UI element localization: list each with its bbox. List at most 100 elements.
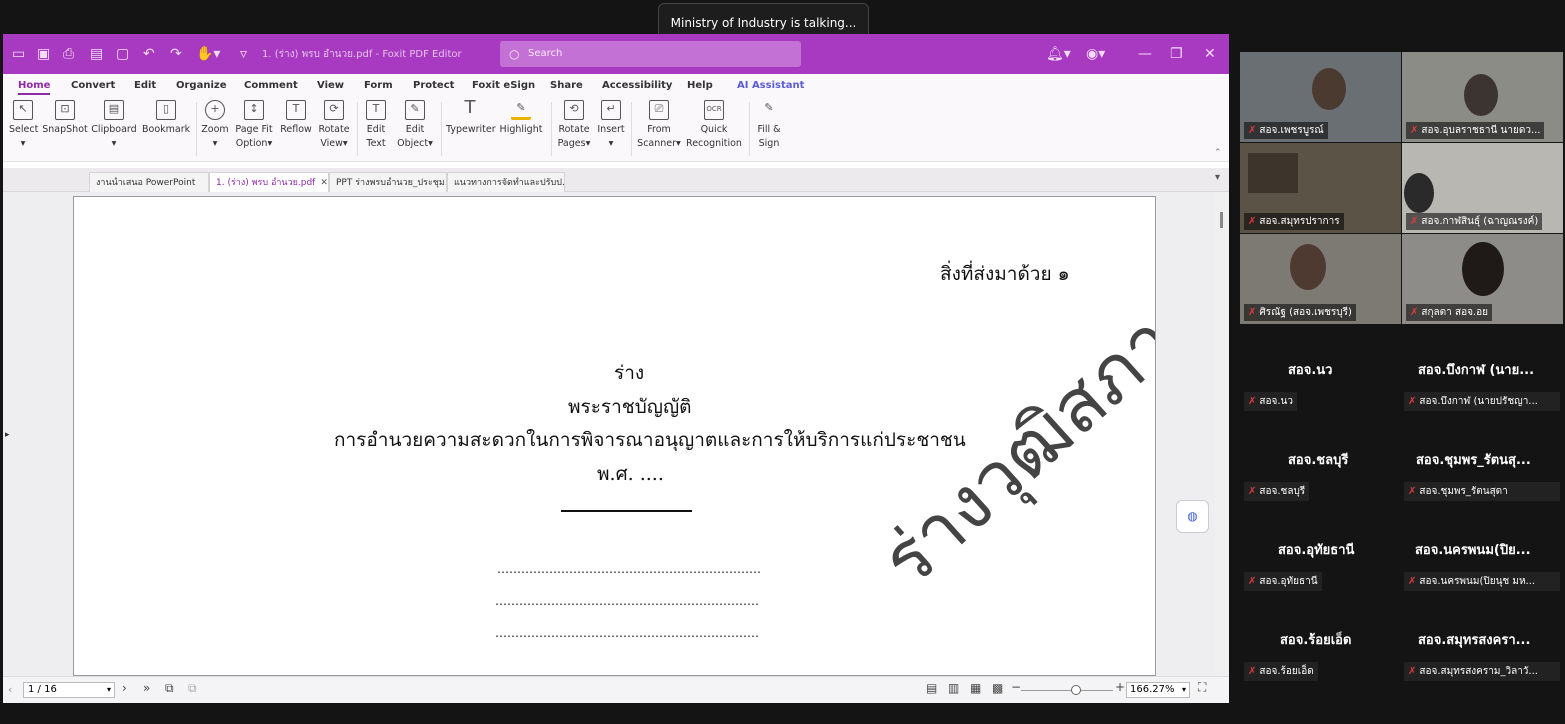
prev-page-icon[interactable]: ‹ [8, 683, 12, 696]
snapshot-button[interactable]: ⊡ SnapShot [42, 100, 88, 137]
reflow-button[interactable]: T Reflow [279, 100, 313, 137]
participant-name: สอจ.กาฬสินธุ์ (ฉาญณรงค์) [1421, 216, 1539, 227]
tab-protect[interactable]: Protect [413, 80, 454, 91]
participant-video-tile[interactable]: ✗ สอจ.สมุทรปราการ [1240, 143, 1401, 233]
fill-sign-button[interactable]: ✎ Fill & Sign [754, 100, 784, 151]
zoom-out-icon[interactable]: − [1011, 680, 1021, 694]
doc-tab-powerpoint[interactable]: งานนำเสนอ PowerPoint [89, 172, 209, 192]
zoom-slider-thumb[interactable] [1071, 685, 1081, 695]
rotate-pages-button[interactable]: ⟲ Rotate Pages▾ [556, 100, 592, 151]
fullscreen-icon[interactable]: ⛶ [1198, 680, 1206, 695]
continuous-view-icon[interactable]: ▥ [948, 681, 959, 695]
last-page-icon[interactable]: » [143, 681, 150, 695]
cover-view-icon[interactable]: ▩ [992, 681, 1003, 695]
search-input[interactable]: ○ Search [500, 41, 801, 67]
expand-panel-icon[interactable]: ▸ [5, 430, 10, 440]
bookmark-button[interactable]: ▯ Bookmark [142, 100, 190, 137]
create-pdf-icon[interactable]: ▤ [90, 46, 103, 62]
open-folder-icon[interactable]: ▭ [12, 46, 25, 62]
quick-recognition-button[interactable]: OCR Quick Recognition [686, 100, 742, 151]
participant-video-tile[interactable]: ✗ สอจ.เพชรบูรณ์ [1240, 52, 1401, 142]
page-fit-option-button[interactable]: ↕ Page Fit Option▾ [234, 100, 274, 151]
ribbon-label-2: Pages [557, 138, 586, 149]
typewriter-button[interactable]: T Typewriter [446, 97, 496, 137]
insert-button[interactable]: ↵ Insert ▾ [597, 100, 625, 151]
participant-name-tag[interactable]: ✗ สอจ.ร้อยเอ็ด [1244, 662, 1318, 681]
participant-video-tile[interactable]: ✗ ศิรณัฐ (สอจ.เพชรบุรี) [1240, 234, 1401, 324]
muted-mic-icon: ✗ [1408, 486, 1417, 497]
clipboard-icon: ▤ [104, 100, 124, 120]
tab-view[interactable]: View [317, 80, 344, 91]
restore-icon[interactable]: ❐ [1170, 46, 1183, 62]
copy-page-icon[interactable]: ⧉ [165, 681, 174, 696]
zoom-slider[interactable] [1021, 690, 1113, 691]
hand-tool-icon[interactable]: ✋▾ [196, 46, 220, 62]
status-bar: ‹ 1 / 16 ▾ › » ⧉ ⧉ ▤ ▥ ▦ ▩ − + 166.27% ▾ ⛶ [3, 676, 1229, 703]
participant-name-tag[interactable]: ✗ สอจ.นครพนม(ปิยนุช มห... [1404, 572, 1560, 591]
participant-video-tile[interactable]: ✗ สอจ.กาฬสินธุ์ (ฉาญณรงค์) [1402, 143, 1563, 233]
close-icon[interactable]: ✕ [1204, 46, 1216, 62]
participant-name-tag[interactable]: ✗ สอจ.นว [1244, 392, 1297, 411]
clipboard-button[interactable]: ▤ Clipboard ▾ [91, 100, 137, 151]
zoom-button[interactable]: + Zoom ▾ [201, 100, 229, 151]
participant-video-tile[interactable]: ✗ สกุลตา สอจ.อย [1402, 234, 1563, 324]
tab-form[interactable]: Form [364, 80, 393, 91]
from-scanner-button[interactable]: ⎚ From Scanner▾ [637, 100, 681, 151]
close-tab-icon[interactable]: ✕ [320, 178, 328, 188]
tab-home[interactable]: Home [18, 80, 51, 95]
collapse-ribbon-icon[interactable]: ⌃ [1214, 148, 1222, 158]
quick-access-dropdown-icon[interactable]: ▿ [240, 46, 247, 62]
participant-name-tag[interactable]: ✗ สอจ.อุทัยธานี [1244, 572, 1322, 591]
edit-object-button[interactable]: ✎ Edit Object▾ [395, 100, 435, 151]
redo-icon[interactable]: ↷ [170, 46, 182, 62]
select-button[interactable]: ↖ Select ▾ [9, 100, 39, 151]
bookmark-icon: ▯ [156, 100, 176, 120]
print-icon[interactable]: ⎙ [63, 46, 74, 62]
ribbon-label: Select [9, 124, 39, 135]
tab-convert[interactable]: Convert [71, 80, 115, 91]
extract-page-icon[interactable]: ⧉ [188, 681, 197, 696]
highlight-button[interactable]: ✎ Highlight [499, 100, 543, 137]
typewriter-icon: T [464, 97, 476, 118]
rotate-view-button[interactable]: ⟳ Rotate View▾ [317, 100, 351, 151]
zoom-dropdown-icon[interactable]: ▾ [1182, 683, 1186, 697]
participant-name-tag[interactable]: ✗ สอจ.บึงกาฬ (นายปรัชญา... [1404, 392, 1560, 411]
tab-foxit-esign[interactable]: Foxit eSign [472, 80, 535, 91]
participant-name-tag[interactable]: ✗ สอจ.ชลบุรี [1244, 482, 1310, 501]
tab-ai-assistant[interactable]: AI Assistant [737, 80, 804, 91]
single-page-view-icon[interactable]: ▤ [926, 681, 937, 695]
doc-tab-active[interactable]: 1. (ร่าง) พรบ อำนวย.pdf ✕ [209, 172, 329, 192]
tab-share[interactable]: Share [550, 80, 583, 91]
participant-name-tag[interactable]: ✗ สอจ.สมุทรสงคราม_วิลาวั... [1404, 662, 1560, 681]
bell-icon[interactable]: 🔔︎▾ [1046, 46, 1071, 62]
facing-view-icon[interactable]: ▦ [970, 681, 981, 695]
ai-assistant-icon[interactable]: ◍ [1176, 500, 1209, 533]
page-number-field[interactable]: 1 / 16 ▾ [23, 682, 115, 698]
zoom-in-icon[interactable]: + [1115, 680, 1125, 694]
scrollbar-thumb[interactable] [1220, 212, 1223, 228]
doc-tab-ppt[interactable]: PPT ร่างพรบอำนวย_ประชุม... [329, 172, 447, 192]
tab-comment[interactable]: Comment [244, 80, 298, 91]
participant-display-name: สอจ.นครพนม(ปิย... [1415, 543, 1531, 558]
participant-video-tile[interactable]: ✗ สอจ.อุบลราชธานี นายดว... [1402, 52, 1563, 142]
undo-icon[interactable]: ↶ [143, 46, 155, 62]
ribbon-label-2: View [320, 138, 343, 149]
save-icon[interactable]: ▣ [37, 46, 50, 62]
ribbon-label: Highlight [499, 124, 543, 135]
doc-tab-guideline[interactable]: แนวทางการจัดทำและปรับป... [447, 172, 565, 192]
account-icon[interactable]: ◉▾ [1086, 46, 1105, 62]
tab-list-dropdown-icon[interactable]: ▾ [1215, 172, 1220, 183]
next-page-icon[interactable]: › [122, 681, 127, 695]
edit-text-button[interactable]: T Edit Text [362, 100, 390, 151]
tab-edit[interactable]: Edit [134, 80, 156, 91]
participant-name-tag[interactable]: ✗ สอจ.ชุมพร_รัตนสุดา [1404, 482, 1560, 501]
page-dropdown-icon[interactable]: ▾ [107, 683, 111, 697]
vertical-scrollbar[interactable] [1215, 192, 1229, 676]
minimize-icon[interactable]: — [1138, 46, 1152, 62]
tab-accessibility[interactable]: Accessibility [602, 80, 672, 91]
zoom-level-field[interactable]: 166.27% ▾ [1126, 682, 1190, 698]
placeholder-line-1: ………………………………………………………… [497, 562, 761, 576]
tab-help[interactable]: Help [687, 80, 713, 91]
tab-organize[interactable]: Organize [176, 80, 227, 91]
new-file-icon[interactable]: ▢ [116, 46, 129, 62]
